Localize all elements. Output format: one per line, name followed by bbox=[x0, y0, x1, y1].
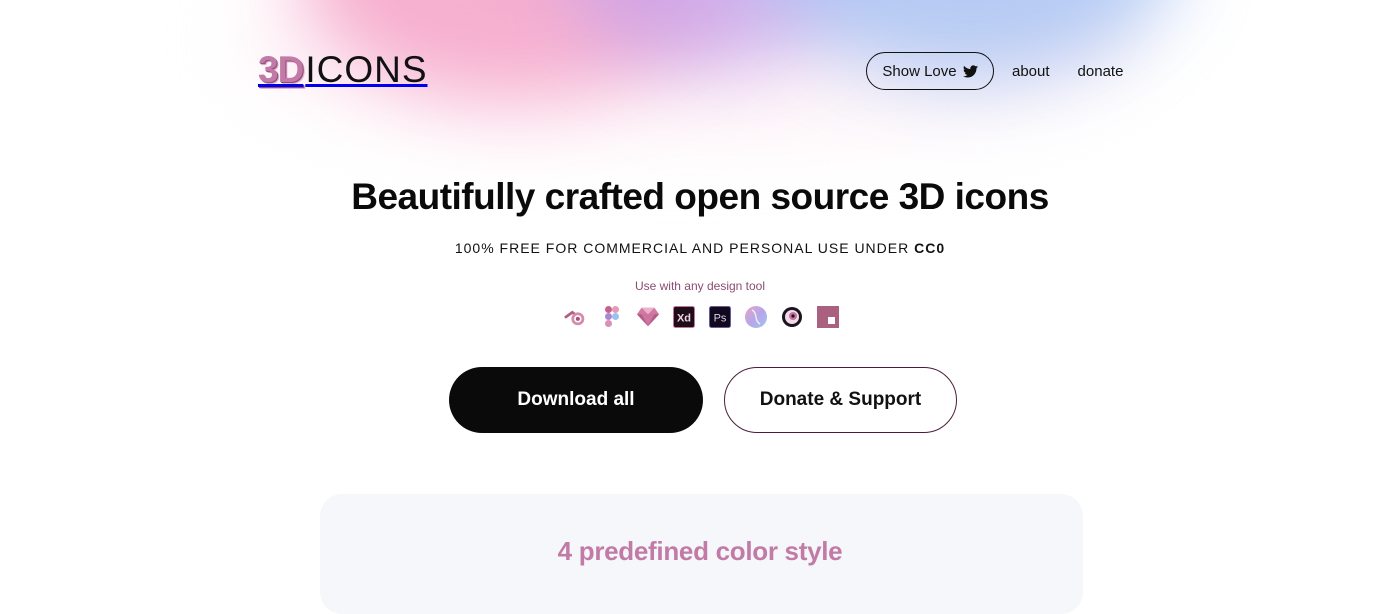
site-logo[interactable]: 3D ICONS bbox=[258, 49, 428, 89]
show-love-label: Show Love bbox=[882, 62, 957, 80]
twitter-icon bbox=[962, 64, 978, 77]
main-nav: Show Love about donate bbox=[866, 52, 1123, 90]
license-label: CC0 bbox=[914, 240, 946, 256]
photoshop-icon-text: Ps bbox=[714, 313, 727, 325]
spline-icon bbox=[744, 305, 768, 329]
hero-subtitle: 100% FREE FOR COMMERCIAL AND PERSONAL US… bbox=[0, 240, 1400, 256]
sketch-icon bbox=[636, 305, 660, 329]
color-style-heading: 4 predefined color style bbox=[557, 536, 843, 566]
adobe-xd-icon: Xd bbox=[672, 305, 696, 329]
nav-link-donate[interactable]: donate bbox=[1078, 63, 1124, 80]
show-love-button[interactable]: Show Love bbox=[866, 52, 994, 90]
cinema4d-icon bbox=[780, 305, 804, 329]
keynote-icon bbox=[816, 305, 840, 329]
nav-link-about[interactable]: about bbox=[1012, 63, 1050, 80]
photoshop-icon: Ps bbox=[708, 305, 732, 329]
design-tools-label: Use with any design tool bbox=[634, 279, 766, 293]
hero-subtitle-text: 100% FREE FOR COMMERCIAL AND PERSONAL US… bbox=[454, 240, 915, 256]
hero-title: Beautifully crafted open source 3D icons bbox=[351, 176, 1049, 217]
blender-icon bbox=[564, 305, 588, 329]
adobe-xd-icon-text: Xd bbox=[677, 313, 691, 325]
donate-support-button[interactable]: Donate & Support bbox=[724, 367, 957, 433]
design-tools-list: Xd Ps bbox=[564, 305, 840, 329]
logo-icons-text: ICONS bbox=[305, 48, 428, 90]
site-header: 3D ICONS Show Love about donate bbox=[0, 0, 1400, 140]
download-all-button[interactable]: Download all bbox=[449, 367, 703, 433]
figma-icon bbox=[600, 305, 624, 329]
logo-3d-text: 3D bbox=[258, 48, 304, 90]
